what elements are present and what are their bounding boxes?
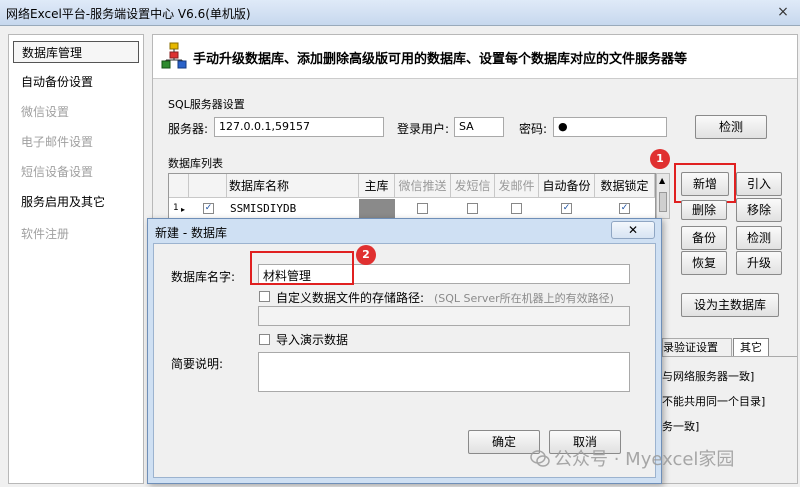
server-input[interactable]: 127.0.0.1,59157 [214,117,384,137]
watermark-text: 公众号 · Myexcel家园 [554,449,735,470]
import-demo-label: 导入演示数据 [276,333,349,347]
password-input[interactable]: ● [553,117,667,137]
wechat-icon [530,450,550,467]
column-header-sms[interactable]: 发短信 [451,174,495,198]
sidebar-item-service[interactable]: 服务启用及其它 [13,191,139,213]
sidebar-item-sms: 短信设备设置 [21,165,94,179]
scroll-thumb[interactable] [659,192,667,212]
dialog-title: 新建 - 数据库 [155,226,227,240]
sidebar-item-email: 电子邮件设置 [21,135,94,149]
column-header-name[interactable]: 数据库名称 [227,174,359,198]
window-title-bar: 网络Excel平台-服务端设置中心 V6.6(单机版) [0,0,800,26]
column-header-wechat[interactable]: 微信推送 [395,174,451,198]
row-email-checkbox[interactable] [511,203,522,214]
import-button[interactable]: 引入 [736,172,782,196]
sidebar-item-database-management[interactable]: 数据库管理 [13,41,139,63]
table-scrollbar[interactable]: ▲ [656,173,670,219]
row-locked-checkbox[interactable]: ✓ [619,203,630,214]
step-badge-2: 2 [356,245,376,265]
custom-path-input[interactable] [258,306,630,326]
window-close-button[interactable]: × [772,3,794,21]
tab-other[interactable]: 其它 [733,338,769,356]
upgrade-button[interactable]: 升级 [736,251,782,275]
highlight-box-name [250,251,354,285]
row-index: 1 [173,203,179,213]
tab-login-verification[interactable]: 录验证设置 [662,338,732,356]
table-row[interactable]: 1 ▸ ✓ SSMISDIYDB ✓ ✓ [169,199,655,218]
tab-divider [662,356,797,357]
step-badge-1: 1 [650,149,670,169]
login-user-label: 登录用户: [397,122,450,136]
window-title: 网络Excel平台-服务端设置中心 V6.6(单机版) [6,7,251,21]
custom-path-checkbox[interactable] [259,291,270,302]
database-table: 数据库名称 主库 微信推送 发短信 发邮件 自动备份 数据锁定 1 ▸ ✓ SS… [168,173,656,219]
sql-server-group-label: SQL服务器设置 [168,98,245,111]
import-demo-checkbox[interactable] [259,334,270,345]
restore-button[interactable]: 恢复 [681,251,727,275]
column-header-email[interactable]: 发邮件 [495,174,539,198]
dialog-close-button[interactable]: ✕ [611,221,655,239]
check-db-button[interactable]: 检测 [736,226,782,250]
database-list-label: 数据库列表 [168,157,223,170]
custom-path-label: 自定义数据文件的存储路径: [276,291,425,305]
row-index-header [169,174,189,198]
remove-button[interactable]: 移除 [736,198,782,222]
select-column-header [189,174,227,198]
check-connection-button[interactable]: 检测 [695,115,767,139]
banner: 手动升级数据库、添加删除高级版可用的数据库、设置每个数据库对应的文件服务器等 [153,35,797,79]
column-header-main[interactable]: 主库 [359,174,395,198]
server-label: 服务器: [168,122,209,136]
column-header-locked[interactable]: 数据锁定 [595,174,655,198]
column-header-auto-backup[interactable]: 自动备份 [539,174,595,198]
delete-button[interactable]: 删除 [681,200,727,220]
highlight-box-add [674,163,736,203]
row-wechat-checkbox[interactable] [417,203,428,214]
db-name-label: 数据库名字: [171,270,236,284]
backup-button[interactable]: 备份 [681,226,727,250]
description-label: 简要说明: [171,357,224,371]
scroll-up-icon[interactable]: ▲ [659,176,665,185]
login-user-input[interactable]: SA [454,117,504,137]
sidebar-item-registration: 软件注册 [21,227,70,241]
note-line-2: 不能共用同一个目录] [662,395,766,408]
row-auto-backup-checkbox[interactable]: ✓ [561,203,572,214]
note-line-1: 与网络服务器一致] [662,370,755,383]
watermark: 公众号 · Myexcel家园 [530,445,734,471]
row-sms-checkbox[interactable] [467,203,478,214]
sidebar: 数据库管理 自动备份设置 微信设置 电子邮件设置 短信设备设置 服务启用及其它 … [8,34,144,484]
password-label: 密码: [519,122,548,136]
note-line-3: 务一致] [662,420,700,433]
row-pointer-icon: ▸ [181,205,186,214]
database-network-icon [161,42,187,69]
row-db-name: SSMISDIYDB [230,202,297,215]
banner-text: 手动升级数据库、添加删除高级版可用的数据库、设置每个数据库对应的文件服务器等 [193,52,688,67]
sidebar-item-auto-backup[interactable]: 自动备份设置 [13,71,139,93]
set-main-database-button[interactable]: 设为主数据库 [681,293,779,317]
custom-path-hint: (SQL Server所在机器上的有效路径) [434,292,614,305]
sidebar-item-wechat: 微信设置 [21,105,70,119]
row-select-checkbox[interactable]: ✓ [203,203,214,214]
description-textarea[interactable] [258,352,630,392]
row-main-cell[interactable] [359,199,395,218]
